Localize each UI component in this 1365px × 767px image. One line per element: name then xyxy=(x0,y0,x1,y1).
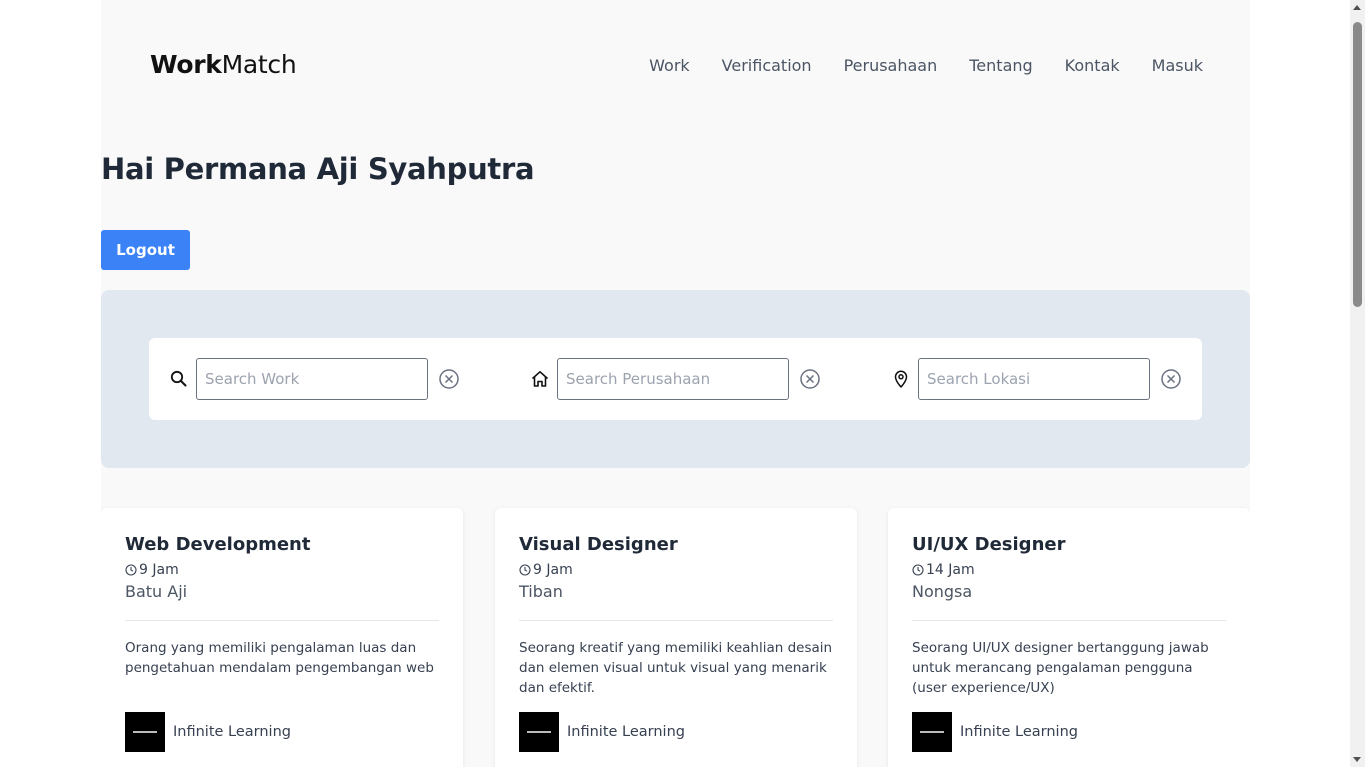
nav-item-verification[interactable]: Verification xyxy=(722,56,812,75)
job-hours: 9 Jam xyxy=(519,562,573,578)
clock-icon xyxy=(912,564,924,576)
clear-company-icon[interactable] xyxy=(799,368,821,390)
home-icon xyxy=(531,371,549,387)
job-title: UI/UX Designer xyxy=(912,534,1066,555)
card-divider xyxy=(519,620,833,621)
logout-button[interactable]: Logout xyxy=(101,230,190,270)
job-hours: 9 Jam xyxy=(125,562,179,578)
job-hours: 14 Jam xyxy=(912,562,975,578)
brand-logo-bold: Work xyxy=(150,50,222,79)
clock-icon xyxy=(519,564,531,576)
search-location-input[interactable] xyxy=(918,358,1150,400)
map-pin-icon xyxy=(894,370,908,388)
search-panel xyxy=(101,290,1250,468)
nav-item-tentang[interactable]: Tentang xyxy=(969,56,1032,75)
job-description: Orang yang memiliki pengalaman luas dan … xyxy=(125,640,434,676)
brand-logo-light: Match xyxy=(221,50,297,79)
job-hours-text: 9 Jam xyxy=(533,562,573,578)
search-box xyxy=(149,338,1202,420)
page-container: WorkMatch Work Verification Perusahaan T… xyxy=(101,0,1250,767)
search-icon xyxy=(170,370,187,387)
job-card[interactable]: UI/UX Designer 14 Jam Nongsa Seorang UI/… xyxy=(888,508,1250,767)
job-card[interactable]: Web Development 9 Jam Batu Aji Orang yan… xyxy=(101,508,463,767)
nav-item-work[interactable]: Work xyxy=(649,56,690,75)
nav-item-kontak[interactable]: Kontak xyxy=(1065,56,1120,75)
job-title: Visual Designer xyxy=(519,534,678,555)
company-logo xyxy=(519,712,559,752)
nav-item-perusahaan[interactable]: Perusahaan xyxy=(844,56,938,75)
job-card[interactable]: Visual Designer 9 Jam Tiban Seorang krea… xyxy=(495,508,857,767)
brand-logo[interactable]: WorkMatch xyxy=(150,50,297,79)
clear-work-icon[interactable] xyxy=(438,368,460,390)
clear-location-icon[interactable] xyxy=(1160,368,1182,390)
job-description: Seorang UI/UX designer bertanggung jawab… xyxy=(912,640,1209,696)
card-divider xyxy=(912,620,1226,621)
search-company-input[interactable] xyxy=(557,358,789,400)
card-divider xyxy=(125,620,439,621)
company-info: Infinite Learning xyxy=(125,712,291,752)
greeting-heading: Hai Permana Aji Syahputra xyxy=(101,152,535,186)
scroll-down-arrow-icon[interactable] xyxy=(1353,757,1361,762)
page-scrollbar[interactable] xyxy=(1350,0,1365,767)
company-name: Infinite Learning xyxy=(567,724,685,740)
clock-icon xyxy=(125,564,137,576)
nav-menu: Work Verification Perusahaan Tentang Kon… xyxy=(649,56,1203,75)
job-location: Tiban xyxy=(519,582,563,601)
scrollbar-thumb[interactable] xyxy=(1353,22,1362,307)
job-location: Batu Aji xyxy=(125,582,188,601)
company-logo xyxy=(125,712,165,752)
job-hours-text: 9 Jam xyxy=(139,562,179,578)
scroll-up-arrow-icon[interactable] xyxy=(1353,5,1361,10)
job-hours-text: 14 Jam xyxy=(926,562,975,578)
job-location: Nongsa xyxy=(912,582,973,601)
navbar: WorkMatch Work Verification Perusahaan T… xyxy=(101,0,1250,132)
company-name: Infinite Learning xyxy=(173,724,291,740)
search-work-input[interactable] xyxy=(196,358,428,400)
company-info: Infinite Learning xyxy=(519,712,685,752)
job-description: Seorang kreatif yang memiliki keahlian d… xyxy=(519,640,833,696)
company-info: Infinite Learning xyxy=(912,712,1078,752)
job-title: Web Development xyxy=(125,534,311,555)
company-name: Infinite Learning xyxy=(960,724,1078,740)
nav-item-masuk[interactable]: Masuk xyxy=(1152,56,1203,75)
company-logo xyxy=(912,712,952,752)
